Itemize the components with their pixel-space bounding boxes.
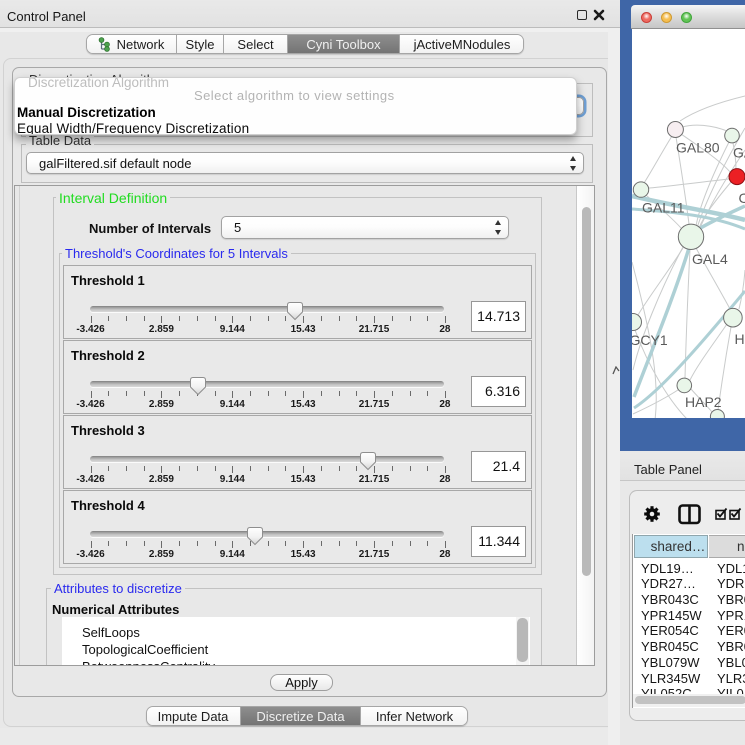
svg-text:GAL4: GAL4 xyxy=(692,251,728,267)
svg-text:C: C xyxy=(739,190,745,206)
svg-text:H: H xyxy=(735,331,745,347)
svg-text:HAP2: HAP2 xyxy=(685,394,722,410)
svg-text:GCY1: GCY1 xyxy=(632,332,668,348)
svg-text:GA: GA xyxy=(733,145,745,161)
svg-text:GAL80: GAL80 xyxy=(676,140,720,156)
svg-text:GAL11: GAL11 xyxy=(642,200,685,216)
